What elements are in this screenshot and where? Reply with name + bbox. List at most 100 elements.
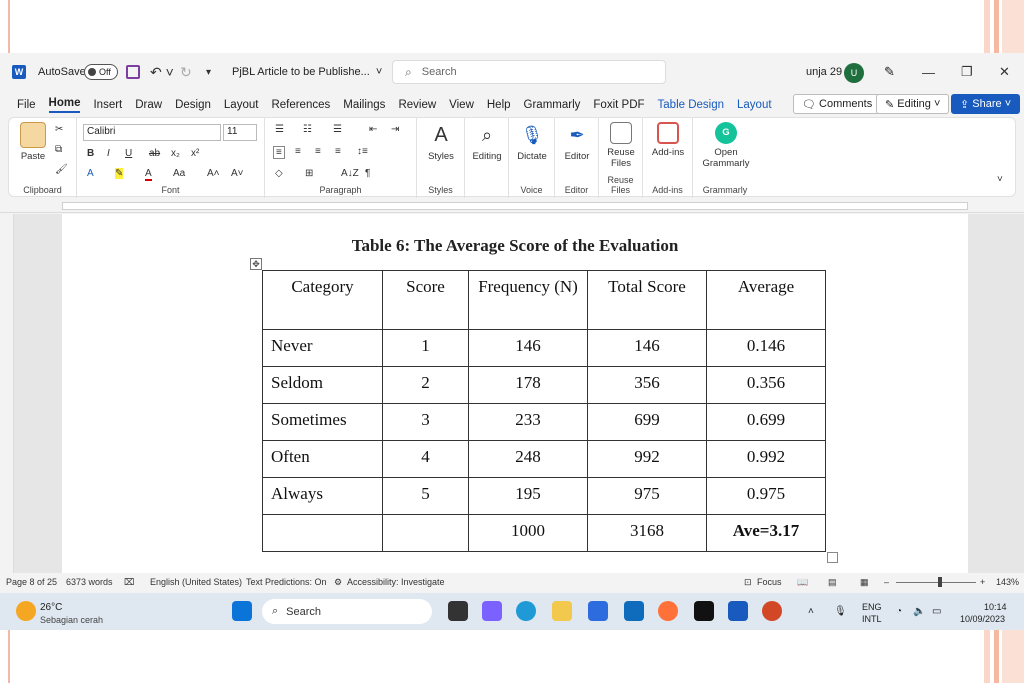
tab-layout[interactable]: Layout xyxy=(224,99,259,111)
edge-icon[interactable] xyxy=(516,601,536,621)
autosave-toggle[interactable]: Off xyxy=(84,64,118,80)
underline-icon[interactable]: U xyxy=(125,148,132,159)
table-cell[interactable]: 975 xyxy=(587,477,707,515)
read-mode-icon[interactable]: 📖 xyxy=(797,577,808,588)
avatar[interactable]: U xyxy=(844,63,864,83)
bullets-icon[interactable]: ☰ xyxy=(275,124,284,135)
user-name[interactable]: unja 29 xyxy=(806,53,842,91)
table-cell[interactable]: 992 xyxy=(587,440,707,478)
table-cell[interactable]: 0.699 xyxy=(706,403,826,441)
restore-icon[interactable]: ❐ xyxy=(961,53,973,91)
average-total-cell[interactable]: Ave=3.17 xyxy=(706,514,826,552)
cut-icon[interactable]: ✂ xyxy=(55,124,63,135)
tab-help[interactable]: Help xyxy=(487,99,511,111)
mail-icon[interactable] xyxy=(624,601,644,621)
table-cell[interactable]: Never xyxy=(262,329,383,367)
table-cell[interactable]: Seldom xyxy=(262,366,383,404)
format-painter-icon[interactable]: 🖌 xyxy=(55,164,68,175)
word-taskbar-icon[interactable] xyxy=(728,601,748,621)
table-cell[interactable]: 178 xyxy=(468,366,588,404)
tab-table-design[interactable]: Table Design xyxy=(658,99,724,111)
tab-home[interactable]: Home xyxy=(48,97,81,113)
italic-icon[interactable]: I xyxy=(107,148,110,159)
chat-icon[interactable] xyxy=(482,601,502,621)
table-cell[interactable]: 233 xyxy=(468,403,588,441)
collapse-ribbon-icon[interactable]: ˅ xyxy=(997,174,1003,185)
total-frequency-cell[interactable]: 1000 xyxy=(468,514,588,552)
open-grammarly-button[interactable]: G Open Grammarly xyxy=(699,122,753,169)
tab-table-layout[interactable]: Layout xyxy=(737,99,772,111)
tab-mailings[interactable]: Mailings xyxy=(343,99,385,111)
editing-mode-button[interactable]: ✎ Editing ˅ xyxy=(876,94,950,114)
table-cell[interactable]: Often xyxy=(262,440,383,478)
dictate-button[interactable]: 🎙 Dictate xyxy=(513,122,551,162)
horizontal-ruler[interactable] xyxy=(0,199,1024,213)
grow-font-icon[interactable]: A˄ xyxy=(207,168,220,179)
clock-date[interactable]: 10/09/2023 xyxy=(960,600,1005,630)
customize-qat-icon[interactable]: ▾ xyxy=(206,53,211,91)
table-cell[interactable]: 146 xyxy=(468,329,588,367)
minimize-icon[interactable]: — xyxy=(922,53,935,91)
copy-icon[interactable]: ⧉ xyxy=(55,144,62,155)
table-cell[interactable]: 2 xyxy=(382,366,469,404)
align-right-icon[interactable]: ≡ xyxy=(315,146,321,157)
start-icon[interactable] xyxy=(232,601,252,621)
header-cell-score[interactable]: Score xyxy=(382,270,469,330)
shrink-font-icon[interactable]: A˅ xyxy=(231,168,244,179)
search-input[interactable]: ⌕ Search xyxy=(392,60,666,84)
table-cell[interactable]: Sometimes xyxy=(262,403,383,441)
firefox-icon[interactable] xyxy=(658,601,678,621)
zoom-level[interactable]: 143% xyxy=(996,577,1019,587)
decrease-indent-icon[interactable]: ⇤ xyxy=(369,124,377,135)
proofing-icon[interactable]: ⌧ xyxy=(124,577,134,588)
document-title[interactable]: PjBL Article to be Publishe... ˅ xyxy=(232,53,382,91)
editor-button[interactable]: ✒ Editor xyxy=(559,122,595,162)
table-cell[interactable]: 248 xyxy=(468,440,588,478)
battery-icon[interactable]: ▭ xyxy=(932,593,941,630)
zoom-out-icon[interactable]: – xyxy=(884,577,889,587)
store-icon[interactable] xyxy=(588,601,608,621)
share-button[interactable]: ⇪ Share ˅ xyxy=(951,94,1021,114)
accessibility-status[interactable]: Accessibility: Investigate xyxy=(347,577,445,587)
reuse-files-button[interactable]: Reuse Files xyxy=(601,122,641,169)
numbering-icon[interactable]: ☷ xyxy=(303,124,312,135)
increase-indent-icon[interactable]: ⇥ xyxy=(391,124,399,135)
task-view-icon[interactable] xyxy=(448,601,468,621)
tab-references[interactable]: References xyxy=(271,99,330,111)
shading-icon[interactable]: ◇ xyxy=(275,168,283,179)
word-count[interactable]: 6373 words xyxy=(66,577,113,587)
web-layout-icon[interactable]: ▦ xyxy=(860,577,869,588)
header-cell-average[interactable]: Average xyxy=(706,270,826,330)
table-cell[interactable]: 1 xyxy=(382,329,469,367)
table-cell[interactable]: 195 xyxy=(468,477,588,515)
comments-button[interactable]: 🗨 Comments xyxy=(793,94,882,114)
subscript-icon[interactable]: x₂ xyxy=(171,148,180,159)
show-hidden-icons-icon[interactable]: ˄ xyxy=(808,593,814,630)
wifi-icon[interactable]: ◔ xyxy=(896,593,902,630)
print-layout-icon[interactable]: ▤ xyxy=(828,577,837,588)
tab-view[interactable]: View xyxy=(449,99,474,111)
table-cell[interactable]: 0.992 xyxy=(706,440,826,478)
zoom-slider[interactable] xyxy=(896,582,976,583)
superscript-icon[interactable]: x² xyxy=(191,148,199,159)
tab-grammarly[interactable]: Grammarly xyxy=(524,99,581,111)
table-resize-handle[interactable] xyxy=(827,552,838,563)
addins-button[interactable]: Add-ins xyxy=(647,122,689,158)
align-left-icon[interactable]: ≡ xyxy=(273,146,285,159)
editing-button[interactable]: ⌕ Editing xyxy=(469,122,505,162)
evaluation-table[interactable]: Category Score Frequency (N) Total Score… xyxy=(262,270,826,552)
highlight-icon[interactable]: ✎ xyxy=(115,168,124,179)
table-cell[interactable]: 0.356 xyxy=(706,366,826,404)
table-cell[interactable]: 0.146 xyxy=(706,329,826,367)
font-size-select[interactable]: 11 xyxy=(223,124,257,141)
total-score-cell[interactable]: 3168 xyxy=(587,514,707,552)
zoom-slider-thumb[interactable] xyxy=(938,577,942,587)
show-formatting-icon[interactable]: ¶ xyxy=(365,168,370,179)
text-predictions-status[interactable]: Text Predictions: On xyxy=(246,577,327,587)
undo-icon[interactable]: ↶ ˅ xyxy=(150,53,174,91)
microphone-tray-icon[interactable]: 🎙 xyxy=(834,593,847,630)
line-spacing-icon[interactable]: ↕≡ xyxy=(357,146,368,157)
taskbar-search[interactable]: ⌕ Search xyxy=(262,599,432,624)
vertical-ruler[interactable] xyxy=(0,214,14,573)
tab-file[interactable]: File xyxy=(17,99,36,111)
